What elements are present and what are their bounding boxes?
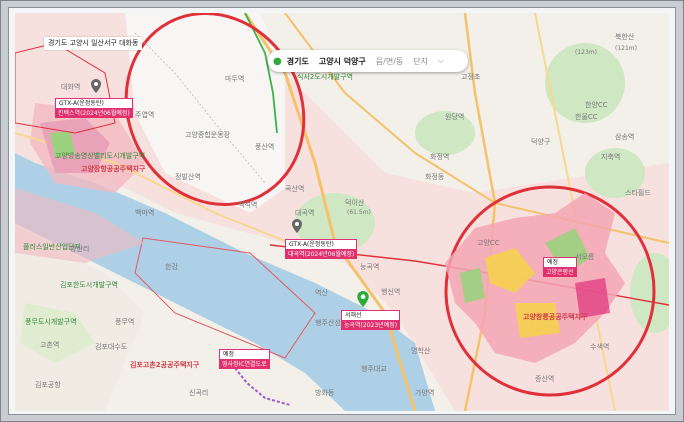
place-label: 마두역	[225, 75, 245, 83]
place-label: 행주산성	[315, 319, 341, 327]
place-label: 북한산	[615, 33, 635, 41]
place-label: 가양역	[415, 389, 435, 397]
place-label: 화정동	[425, 173, 445, 181]
place-label: 서오릉	[575, 253, 595, 261]
place-label: 지축역	[601, 153, 621, 161]
region-selector-bar[interactable]: ● 경기도 고양시 덕양구 읍/면/동 단지 ⌵	[268, 50, 468, 72]
chevron-down-icon[interactable]: ⌵	[433, 56, 449, 66]
zone-label: 풍무도시개발구역	[25, 318, 77, 326]
place-label: 풍산역	[255, 143, 275, 151]
place-label: 주엽역	[135, 111, 155, 119]
place-label: 능곡역	[360, 263, 380, 271]
place-label: 역산	[315, 289, 328, 297]
place-label: 한울CC	[575, 113, 598, 121]
city-select[interactable]: 고양시 덕양구	[314, 56, 371, 67]
place-label: 명학산	[411, 347, 431, 355]
zone-label: 김포한도시개발구역	[60, 281, 118, 289]
zone-label: 김포고촌2공공주택지구	[130, 361, 200, 369]
complex-select[interactable]: 단지	[408, 56, 433, 67]
place-label: 한강	[165, 263, 178, 271]
zone-label: 식사2도시개발구역	[297, 73, 353, 81]
place-label: 신곡리	[189, 389, 209, 397]
place-label: 백마역	[135, 209, 155, 217]
place-label: (121m)	[615, 45, 637, 52]
callout-goyang-eunpyeong[interactable]: 예정 고양은평선	[543, 257, 577, 277]
place-label: 행주대교	[361, 365, 387, 373]
zone-label: 고양방송영상밸리도시개발구역	[55, 152, 146, 160]
callout-seohae[interactable]: 서해선 능곡역(2023년예정)	[341, 310, 401, 330]
place-label: 고양CC	[477, 239, 500, 247]
place-label: 한양CC	[585, 101, 608, 109]
screenshot-frame: 경기도 고양시 일산서구 대화동 ● 경기도 고양시 덕양구 읍/면/동 단지 …	[0, 0, 684, 422]
place-label: 수색역	[590, 343, 610, 351]
place-label: 삼송역	[615, 133, 635, 141]
place-label: 백석역	[238, 201, 258, 209]
place-label: 덕이산	[345, 199, 365, 207]
place-label: 고양종합운동장	[185, 131, 231, 139]
place-label: (123m)	[575, 49, 597, 56]
place-label: 행신역	[381, 288, 401, 296]
place-label: 증산역	[535, 375, 555, 383]
place-label: 화정역	[430, 153, 450, 161]
town-select[interactable]: 읍/면/동	[371, 56, 408, 67]
place-label: 정발산역	[175, 173, 201, 181]
place-label: 스타필드	[625, 189, 651, 197]
location-pin-icon: ●	[273, 55, 282, 67]
place-label: 방화동	[315, 389, 335, 397]
place-label: 덕양구	[531, 138, 551, 146]
place-label: 풍무역	[115, 318, 135, 326]
callout-younghang[interactable]: 예정 영사정IC연결도로	[219, 349, 270, 369]
place-label: 대화역	[61, 83, 81, 91]
callout-gtx-kintex[interactable]: GTX-A(운정동탄) 킨텍스역(2024년06월예정)	[55, 98, 133, 118]
place-label: 곡산역	[285, 185, 305, 193]
zone-label: 고양장항공공주택지구	[81, 165, 146, 173]
place-label: 고정초	[461, 73, 481, 81]
place-label: 고촌역	[40, 341, 60, 349]
map-canvas[interactable]: 경기도 고양시 일산서구 대화동 ● 경기도 고양시 덕양구 읍/면/동 단지 …	[15, 13, 669, 411]
province-select[interactable]: 경기도	[282, 56, 314, 67]
place-label: 김포대수도	[95, 343, 128, 351]
place-label: 원당역	[445, 113, 465, 121]
location-breadcrumb: 경기도 고양시 일산서구 대화동	[44, 37, 143, 50]
place-label: 김포공항	[35, 381, 61, 389]
place-label: (61.5m)	[347, 209, 371, 216]
zone-label: 고양창릉공공주택지구	[523, 313, 588, 321]
place-label: 대곡역	[295, 209, 315, 217]
callout-gtx-daegok[interactable]: GTX-A(운정동탄) 대곡역(2024년06월예정)	[285, 239, 358, 259]
place-label: 향산리	[70, 245, 90, 253]
